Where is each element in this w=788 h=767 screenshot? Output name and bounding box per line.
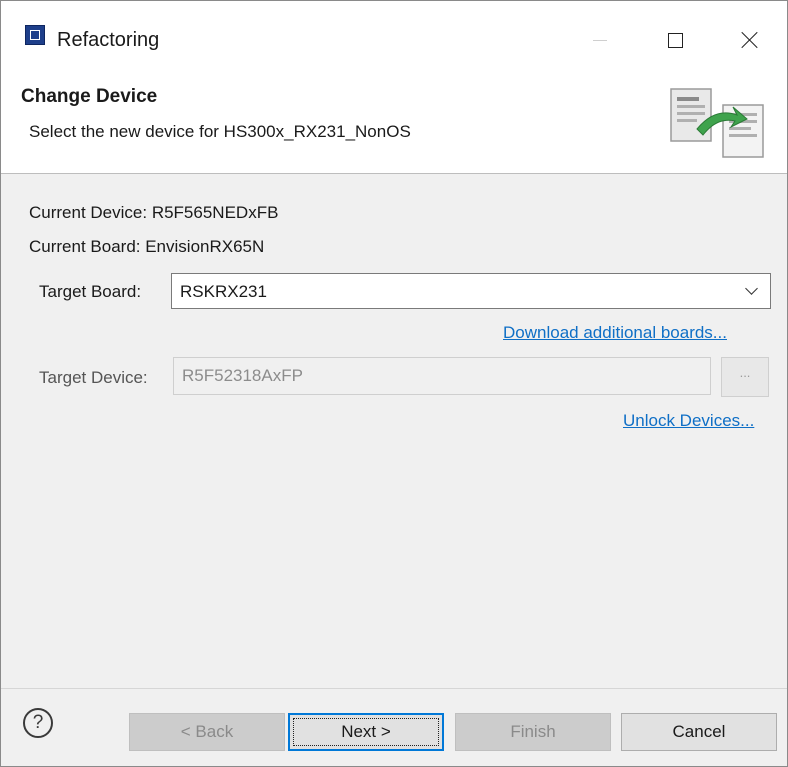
next-button[interactable]: Next >: [288, 713, 444, 751]
target-device-field: R5F52318AxFP: [173, 357, 711, 395]
current-board-label: Current Board: EnvisionRX65N: [29, 237, 265, 256]
cancel-button[interactable]: Cancel: [621, 713, 777, 751]
window-title: Refactoring: [57, 29, 160, 51]
page-title: Change Device: [21, 86, 158, 107]
target-device-label: Target Device:: [39, 368, 148, 387]
target-board-select[interactable]: RSKRX231: [171, 273, 771, 309]
refactoring-dialog: Refactoring Change Device Select the new…: [0, 0, 788, 767]
title-bar[interactable]: Refactoring: [1, 1, 787, 77]
target-board-label: Target Board:: [39, 282, 142, 301]
download-boards-link[interactable]: Download additional boards...: [503, 323, 727, 343]
footer-divider: [1, 688, 787, 689]
help-icon[interactable]: ?: [23, 708, 53, 738]
browse-device-button: ...: [721, 357, 769, 397]
maximize-button[interactable]: [653, 15, 699, 57]
wizard-banner-icon: [670, 88, 764, 158]
unlock-devices-link[interactable]: Unlock Devices...: [623, 411, 754, 431]
close-button[interactable]: [727, 15, 773, 57]
page-subtitle: Select the new device for HS300x_RX231_N…: [29, 122, 411, 141]
target-device-value: R5F52318AxFP: [182, 366, 303, 385]
wizard-header: Change Device Select the new device for …: [1, 77, 787, 174]
current-device-label: Current Device: R5F565NEDxFB: [29, 203, 279, 222]
back-button: < Back: [129, 713, 285, 751]
finish-button: Finish: [455, 713, 611, 751]
minimize-button[interactable]: [577, 15, 623, 57]
refactoring-app-icon: [25, 25, 45, 45]
target-board-value: RSKRX231: [180, 282, 267, 301]
chevron-down-icon[interactable]: [745, 282, 758, 295]
